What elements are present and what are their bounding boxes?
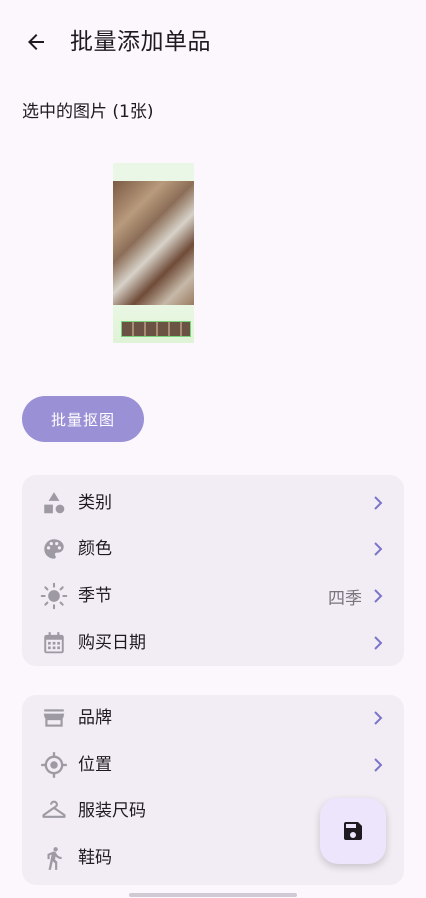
thumbnail-header [113, 163, 194, 181]
app-bar: 批量添加单品 [0, 0, 426, 86]
category-label: 类别 [78, 493, 112, 513]
chevron-right-icon [374, 758, 383, 772]
thumbnail-photo [113, 181, 194, 305]
season-label: 季节 [78, 586, 112, 606]
palette-icon [40, 535, 68, 563]
chevron-right-icon [374, 589, 383, 603]
save-fab[interactable] [320, 798, 386, 864]
save-icon [344, 822, 362, 840]
category-row[interactable]: 类别 [22, 480, 404, 526]
brand-label: 品牌 [78, 708, 112, 728]
color-label: 颜色 [78, 539, 112, 559]
page-title: 批量添加单品 [70, 29, 211, 55]
purchase-date-label: 购买日期 [78, 633, 146, 653]
chevron-right-icon [374, 496, 383, 510]
brand-row[interactable]: 品牌 [22, 695, 404, 741]
color-row[interactable]: 颜色 [22, 526, 404, 572]
hanger-icon [40, 797, 68, 825]
back-button[interactable] [18, 24, 54, 60]
season-row[interactable]: 季节 四季 [22, 573, 404, 619]
calendar-icon [40, 629, 68, 657]
batch-cutout-button[interactable]: 批量抠图 [22, 396, 144, 442]
thumbnail-filmstrip [121, 321, 191, 337]
chevron-right-icon [374, 636, 383, 650]
location-label: 位置 [78, 755, 112, 775]
attributes-card: 类别 颜色 季节 四季 购买日期 [22, 475, 404, 666]
category-shapes-icon [40, 489, 68, 517]
sun-icon [40, 582, 68, 610]
shoe-size-label: 鞋码 [78, 848, 112, 868]
season-value: 四季 [328, 588, 362, 609]
location-row[interactable]: 位置 [22, 742, 404, 788]
walking-icon [40, 844, 68, 872]
home-indicator[interactable] [129, 893, 297, 897]
clothing-size-label: 服装尺码 [78, 801, 146, 821]
arrow-back-icon [28, 34, 44, 50]
selected-image-thumbnail[interactable] [113, 163, 194, 343]
store-icon [40, 704, 68, 732]
chevron-right-icon [374, 711, 383, 725]
selected-images-heading: 选中的图片 (1张) [22, 102, 154, 122]
location-target-icon [40, 751, 68, 779]
chevron-right-icon [374, 542, 383, 556]
purchase-date-row[interactable]: 购买日期 [22, 620, 404, 666]
